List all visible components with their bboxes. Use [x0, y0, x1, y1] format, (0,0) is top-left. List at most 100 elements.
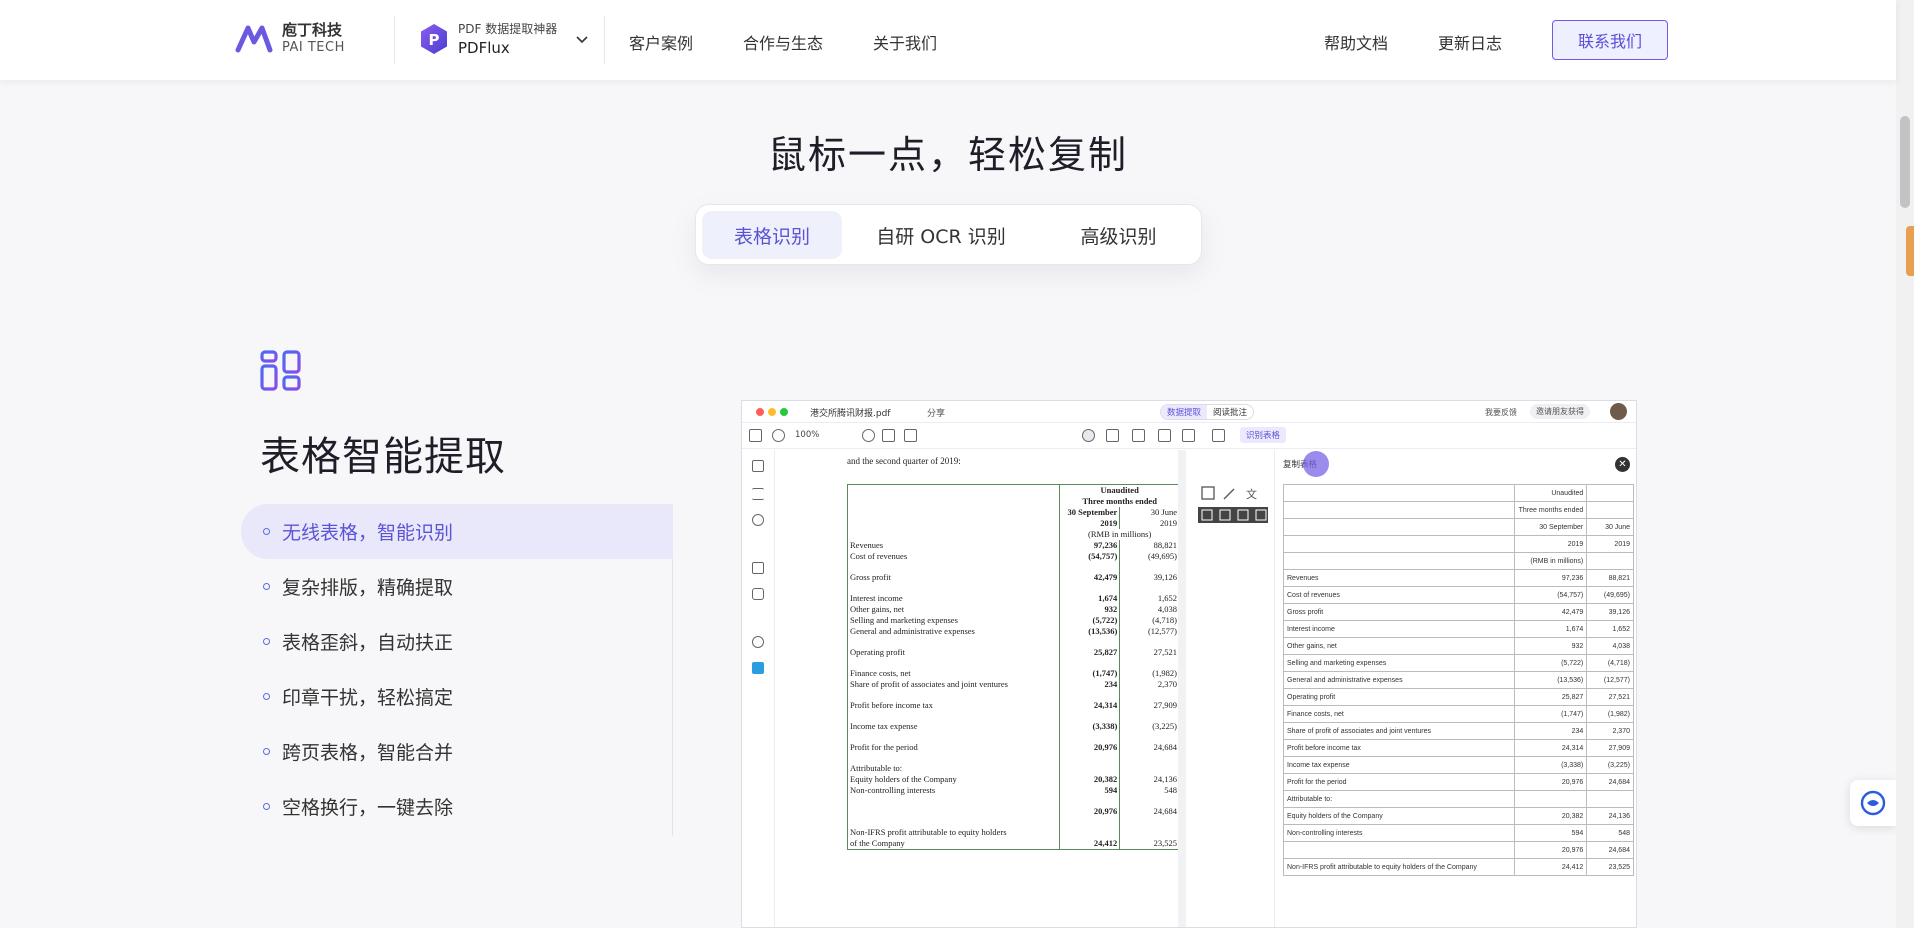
tab-ocr-recognition[interactable]: 自研 OCR 识别 [846, 211, 1036, 259]
result-cell-previous: 30 June [1586, 518, 1634, 536]
pdf-cell-label: Equity holders of the Company [847, 774, 1061, 785]
tab-advanced-recognition[interactable]: 高级识别 [1041, 211, 1196, 259]
bullet-icon [263, 803, 270, 810]
pdflux-logo-icon: P [421, 24, 447, 54]
stamp-icon [1158, 429, 1171, 442]
pdf-row: Income tax expense (3,338) (3,225) [847, 721, 1180, 732]
nav-cases[interactable]: 客户案例 [629, 30, 693, 54]
result-cell-previous: 4,038 [1586, 637, 1634, 655]
pdf-head-6: 2019 [1160, 518, 1177, 528]
pdf-cell-current: 234 [1059, 679, 1121, 690]
page-scrollbar[interactable] [1896, 0, 1914, 928]
product-switcher[interactable]: P PDF 数据提取神器 PDFlux [418, 20, 589, 58]
result-cell-previous: 2019 [1586, 535, 1634, 553]
result-cell-current: (RMB in millions) [1513, 552, 1588, 570]
pdf-cell-current: 25,827 [1059, 647, 1121, 658]
result-cell-label: Income tax expense [1283, 756, 1515, 774]
result-cell-label [1283, 518, 1515, 536]
pdf-row: Share of profit of associates and joint … [847, 679, 1180, 690]
result-cell-current: (13,536) [1513, 671, 1588, 689]
result-cell-current: 594 [1513, 824, 1588, 842]
mode-switch: 数据提取 阅读批注 [1160, 404, 1255, 420]
result-row: Finance costs, net (1,747) (1,982) [1283, 705, 1634, 723]
mode-annotate: 阅读批注 [1213, 408, 1248, 418]
product-name: PDFlux [458, 39, 510, 57]
feature-item-whitespace[interactable]: 空格换行，一键去除 [241, 779, 673, 834]
pdf-cell-previous: 1,652 [1157, 593, 1177, 603]
pdf-cell-label: Cost of revenues [847, 551, 1061, 562]
pdf-cell-label: Interest income [847, 593, 1061, 604]
feature-item-wireless[interactable]: 无线表格，智能识别 [241, 504, 673, 559]
pdf-head-1: Unaudited [1100, 485, 1139, 495]
contact-button[interactable]: 联系我们 [1552, 20, 1668, 60]
result-row: Unaudited [1283, 484, 1634, 502]
result-row: Cost of revenues (54,757) (49,695) [1283, 586, 1634, 604]
recognize-table-button: 识别表格 [1240, 427, 1287, 443]
tab-table-recognition[interactable]: 表格识别 [702, 211, 842, 259]
pdf-cell-previous: 4,038 [1157, 604, 1177, 614]
pdf-cell-label [847, 711, 1061, 721]
result-cell-previous: (12,577) [1586, 671, 1634, 689]
result-cell-current: (54,757) [1513, 586, 1588, 604]
pdf-cell-previous [1120, 583, 1180, 593]
result-cell-current: (3,338) [1513, 756, 1588, 774]
pdf-cell-current [1059, 562, 1121, 572]
pdf-row: Other gains, net 932 4,038 [847, 604, 1180, 615]
pdf-row [847, 753, 1180, 763]
result-cell-current: 20,976 [1513, 773, 1588, 791]
pdf-row [847, 658, 1180, 668]
pdf-cell-current [1059, 711, 1121, 721]
side-tab[interactable] [1906, 226, 1914, 276]
pdf-cell-label: Revenues [847, 540, 1061, 551]
bullet-icon [263, 748, 270, 755]
pdf-row [847, 690, 1180, 700]
result-row: Non-controlling interests 594 548 [1283, 824, 1634, 842]
lock-icon [752, 562, 764, 574]
result-cell-previous: 1,652 [1586, 620, 1634, 638]
chat-float-button[interactable] [1850, 780, 1896, 826]
result-cell-previous: 24,136 [1586, 807, 1634, 825]
click-indicator [1303, 451, 1329, 477]
zoom-level: 100% [795, 430, 820, 440]
result-cell-previous: (49,695) [1586, 586, 1634, 604]
feature-item-skew[interactable]: 表格歪斜，自动扶正 [241, 614, 673, 669]
chevron-down-icon[interactable] [575, 32, 589, 46]
pdf-cell-label: Attributable to: [847, 763, 1061, 774]
brand-logo[interactable]: 庖丁科技 PAI TECH [234, 20, 345, 58]
feature-item-complex-layout[interactable]: 复杂排版，精确提取 [241, 559, 673, 614]
pdf-cell-label: Non-IFRS profit attributable to equity h… [847, 827, 1061, 838]
pdf-cell-previous: 39,126 [1153, 572, 1177, 582]
result-cell-previous: 23,525 [1586, 858, 1634, 876]
result-cell-label: General and administrative expenses [1283, 671, 1515, 689]
pdf-page: and the second quarter of 2019: Unaudite… [804, 450, 1180, 927]
pdf-cell-previous: 24,684 [1153, 806, 1177, 816]
pdf-cell-current [1059, 583, 1121, 593]
nav-help-docs[interactable]: 帮助文档 [1324, 30, 1388, 54]
result-cell-current: 20,976 [1513, 841, 1588, 859]
pdf-head-5: 2019 [1059, 518, 1121, 529]
feedback-link: 我要反馈 [1485, 408, 1517, 417]
pdf-row: General and administrative expenses (13,5… [847, 626, 1180, 637]
feature-item-seal[interactable]: 印章干扰，轻松搞定 [241, 669, 673, 724]
nav-changelog[interactable]: 更新日志 [1438, 30, 1502, 54]
result-cell-previous: (3,225) [1586, 756, 1634, 774]
pdf-cell-label: Income tax expense [847, 721, 1061, 732]
result-cell-previous [1586, 790, 1634, 808]
nav-about[interactable]: 关于我们 [873, 30, 937, 54]
logo-en-text: PAI TECH [282, 40, 345, 55]
pdf-cell-current: 24,314 [1059, 700, 1121, 711]
scrollbar-thumb[interactable] [1900, 116, 1910, 208]
result-cell-label: Cost of revenues [1283, 586, 1515, 604]
pdf-cell-label [847, 806, 1061, 817]
result-cell-current: Unaudited [1513, 484, 1588, 502]
svg-text:文: 文 [1246, 487, 1257, 501]
result-row: Non-IFRS profit attributable to equity h… [1283, 858, 1634, 876]
pdf-head-3: 30 September [1059, 507, 1121, 518]
result-row: Attributable to: [1283, 790, 1634, 808]
extraction-result-panel: 复制表格 ✕ Unaudited Three months ended 30 Sep… [1274, 450, 1636, 927]
rotate-icon [882, 429, 895, 442]
nav-ecosystem[interactable]: 合作与生态 [743, 30, 823, 54]
feature-title: 表格智能提取 [260, 434, 506, 480]
feature-item-cross-page[interactable]: 跨页表格，智能合并 [241, 724, 673, 779]
pdf-cell-label: General and administrative expenses [847, 626, 1061, 637]
